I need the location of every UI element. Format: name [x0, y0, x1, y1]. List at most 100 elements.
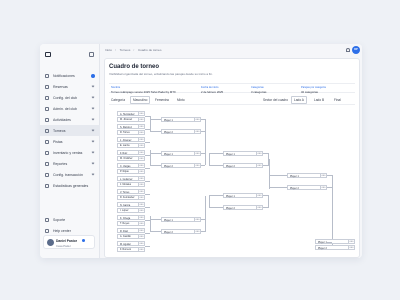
sidebar-item-support[interactable]: Soporte: [40, 214, 100, 225]
bracket-slot[interactable]: Player 2 000: [315, 245, 355, 250]
bracket-slot[interactable]: K. Ortega 000: [117, 215, 145, 220]
tab-lado-a[interactable]: Lado A: [291, 96, 307, 104]
breadcrumb: Inicio / Torneos / Cuadro de torneo: [105, 48, 164, 52]
sidebar-item-activity[interactable]: Actividades: [40, 114, 100, 125]
bracket-slot[interactable]: E. Lanza 000: [117, 142, 145, 148]
bracket-slot[interactable]: M. Aguilar 000: [117, 241, 145, 246]
tab-masculino[interactable]: Masculino: [130, 96, 151, 104]
score-cell: 000: [138, 203, 144, 207]
bracket-slot[interactable]: Player 2 000: [161, 129, 201, 134]
chevron-down-icon: [91, 106, 95, 110]
player-name: Player 1: [226, 194, 235, 198]
bell-icon[interactable]: [346, 48, 350, 52]
avatar: [47, 239, 54, 246]
player-name: J. Morales: [120, 183, 132, 186]
sidebar-item-chart[interactable]: Estadísticas generales: [40, 180, 100, 191]
bracket-slot[interactable]: T. Reyes 000: [117, 220, 145, 226]
bracket-slot[interactable]: S. Ramírez 000: [117, 124, 145, 129]
sidebar-item-label: Reservas: [53, 84, 68, 89]
bracket-slot[interactable]: N. García 000: [117, 202, 145, 207]
bracket-slot[interactable]: Player 1 000: [161, 217, 201, 222]
bracket-connector: [209, 207, 223, 208]
bracket-slot[interactable]: L. Gutiérrez 000: [117, 176, 145, 181]
sidebar-item-label: Inventario y ventas: [53, 150, 83, 155]
sidebar-item-trophy[interactable]: Torneos: [40, 125, 100, 136]
score-cell: 000: [138, 117, 144, 122]
bracket-slot[interactable]: M. Jiménez 000: [117, 116, 145, 122]
chevron-down-icon: [91, 150, 95, 154]
bracket-connector: [209, 195, 210, 208]
tab-mixto[interactable]: Mixto: [175, 96, 187, 104]
sidebar-item-card[interactable]: Config. transacción: [40, 169, 100, 180]
bracket-slot[interactable]: C. Vargas 000: [117, 163, 145, 168]
score-cell: 000: [138, 247, 144, 252]
tab-sector: Sector del cuadro: [263, 98, 288, 102]
collapse-sidebar-icon[interactable]: [89, 52, 94, 57]
bracket-slot[interactable]: Player 2 000: [223, 163, 263, 168]
bracket-slot[interactable]: Player 1 000: [223, 193, 263, 198]
player-name: Player 2: [226, 206, 235, 210]
player-name: R. Torres: [120, 131, 130, 134]
online-dot-icon: [82, 239, 85, 242]
bracket-slot[interactable]: F. Ruiz 000: [117, 150, 145, 155]
bracket-slot[interactable]: J. Jiménez 000: [117, 137, 145, 142]
bracket-slot[interactable]: D. Fernández 000: [117, 194, 145, 200]
bracket-slot[interactable]: Player 2 000: [287, 185, 327, 190]
bracket-slot[interactable]: V. Torres 000: [117, 189, 145, 194]
bracket-slot[interactable]: Player 1 000: [287, 173, 327, 178]
player-name: Player 2: [290, 186, 299, 190]
bracket-slot[interactable]: J. Morales 000: [117, 181, 145, 187]
bracket-slot[interactable]: Player 1 000: [161, 151, 201, 156]
player-name: M. Jiménez: [120, 118, 133, 121]
player-name: A. Castillo: [120, 235, 131, 238]
player-name: F. Ruiz: [120, 151, 128, 155]
breadcrumb-inicio[interactable]: Inicio: [105, 48, 112, 52]
tab-femenino[interactable]: Femenino: [153, 96, 171, 104]
breadcrumb-torneos[interactable]: Torneos: [120, 48, 131, 52]
sidebar-item-box[interactable]: Inventario y ventas: [40, 147, 100, 158]
score-cell: 000: [138, 143, 144, 148]
bracket-connector: [145, 233, 150, 234]
sidebar-item-court[interactable]: Pistas: [40, 136, 100, 147]
bracket-slot[interactable]: Player 1 000: [315, 239, 355, 244]
score-cell: 000: [256, 194, 262, 198]
player-name: Player 1: [164, 118, 173, 122]
sidebar-item-calendar[interactable]: Reservas: [40, 81, 100, 92]
bracket-slot[interactable]: R. Torres 000: [117, 129, 145, 135]
bracket-slot[interactable]: Player 2 000: [161, 229, 201, 234]
chevron-down-icon: [91, 128, 95, 132]
bracket-slot[interactable]: R. Díaz 000: [117, 228, 145, 233]
support-icon: [45, 217, 49, 222]
bracket-slot[interactable]: A. Castillo 000: [117, 233, 145, 239]
info-name: Nombre Torneo relámpago verano 2025 Torl…: [111, 86, 176, 94]
bracket-connector: [150, 150, 151, 165]
score-cell: 000: [138, 169, 144, 174]
main-area: Inicio / Torneos / Cuadro de torneo DP Cua…: [100, 44, 362, 258]
logo-icon: [45, 52, 51, 57]
bracket-slot[interactable]: P. Rojas 000: [117, 168, 145, 174]
info-pairs: Parejas por categoría 32 categorías: [301, 86, 326, 94]
sidebar-item-label: Reportes: [53, 161, 68, 166]
score-cell: 000: [138, 221, 144, 226]
player-name: Player 1: [318, 240, 327, 244]
tab-final[interactable]: Final: [332, 96, 343, 104]
player-name: P. Rojas: [120, 170, 129, 173]
bracket-slot[interactable]: F. Romero 000: [117, 246, 145, 252]
bracket-slot[interactable]: Player 1 000: [161, 117, 201, 122]
bracket-slot[interactable]: Player 2 000: [161, 163, 201, 168]
bracket-slot[interactable]: Player 2 000: [223, 205, 263, 210]
sidebar-item-settings[interactable]: Config. del club: [40, 92, 100, 103]
bracket-slot[interactable]: Player 1 000: [223, 151, 263, 156]
page-subtitle: Visibilidad organizada del torneo, enfat…: [109, 72, 213, 76]
tab-lado-b[interactable]: Lado B: [312, 96, 326, 104]
bracket-slot[interactable]: M. Ordóñez 000: [117, 155, 145, 161]
bracket-slot[interactable]: I. López 000: [117, 207, 145, 213]
sidebar-item-building[interactable]: Admin. del club: [40, 103, 100, 114]
top-avatar[interactable]: DP: [352, 46, 360, 54]
card-icon: [45, 172, 49, 177]
sidebar-item-report[interactable]: Reportes: [40, 158, 100, 169]
sidebar-item-bell[interactable]: Notificaciones: [40, 70, 100, 81]
chevron-down-icon: [91, 84, 95, 88]
user-card[interactable]: Daniel Pastor Casa Pádel: [43, 235, 95, 249]
bracket-slot[interactable]: A. Hernández 000: [117, 111, 145, 116]
